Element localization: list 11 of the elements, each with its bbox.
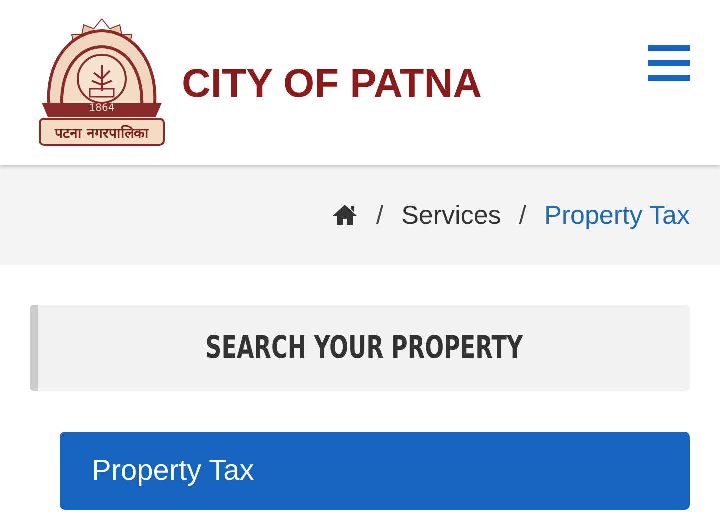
breadcrumb-separator: / xyxy=(376,200,384,230)
breadcrumb-link[interactable]: Services xyxy=(402,200,502,230)
logo-year-label: 1864 xyxy=(89,102,115,114)
site-title: CITY OF PATNA xyxy=(182,62,482,107)
logo-banner-label: पटना नगरपालिका xyxy=(55,126,149,142)
breadcrumb-separator: / xyxy=(519,200,527,230)
breadcrumb-current: Property Tax xyxy=(544,200,690,230)
section-heading: SEARCH YOUR PROPERTY xyxy=(30,305,690,391)
menu-icon[interactable] xyxy=(648,44,690,80)
home-icon[interactable] xyxy=(332,204,358,226)
panel-header: Property Tax xyxy=(60,432,690,510)
